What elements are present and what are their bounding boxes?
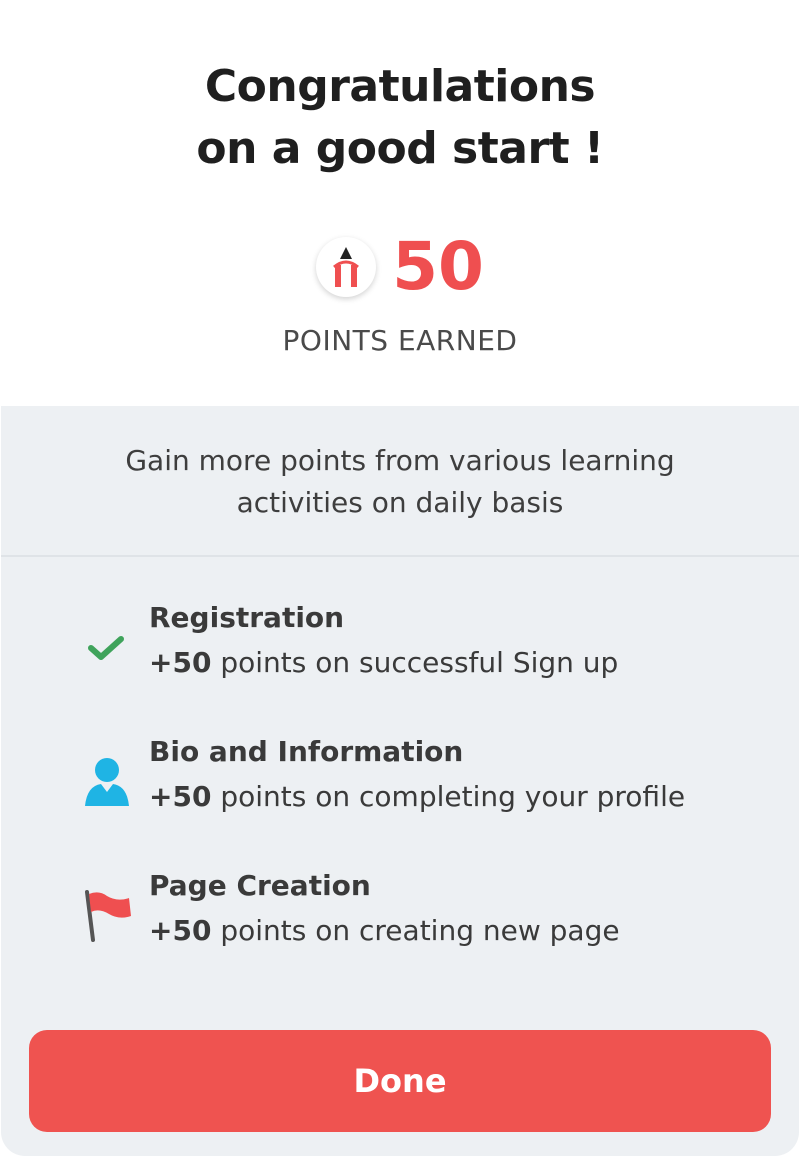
activity-title: Bio and Information: [149, 735, 464, 768]
check-icon: [79, 598, 135, 698]
done-button[interactable]: Done: [29, 1030, 771, 1132]
pencil-icon: [316, 237, 377, 297]
summary-section: Congratulations on a good start ! 50 POI…: [1, 0, 799, 406]
divider: [1, 555, 799, 557]
activities-panel: Gain more points from various learning a…: [1, 406, 799, 1156]
activity-desc: +50 points on successful Sign up: [149, 642, 618, 684]
flag-icon: [79, 866, 135, 966]
points-row: 50: [1, 232, 799, 302]
activity-registration: Registration +50 points on successful Si…: [79, 598, 759, 708]
title-line-2: on a good start !: [196, 123, 604, 174]
activity-points: +50: [149, 780, 212, 813]
dialog-title: Congratulations on a good start !: [1, 56, 799, 180]
points-dialog: Congratulations on a good start ! 50 POI…: [1, 0, 799, 1156]
activity-desc: +50 points on completing your profile: [149, 776, 685, 818]
intro-line-1: Gain more points from various learning: [125, 444, 675, 477]
activity-points: +50: [149, 646, 212, 679]
activity-title: Registration: [149, 601, 345, 634]
title-line-1: Congratulations: [204, 61, 596, 112]
user-icon: [79, 732, 135, 832]
activity-points: +50: [149, 914, 212, 947]
activity-desc-text: points on successful Sign up: [211, 646, 619, 679]
intro-text: Gain more points from various learning a…: [1, 440, 799, 524]
activity-desc-text: points on completing your profile: [211, 780, 686, 813]
activity-bio: Bio and Information +50 points on comple…: [79, 732, 759, 842]
activity-title: Page Creation: [149, 869, 371, 902]
activity-page-creation: Page Creation +50 points on creating new…: [79, 866, 759, 976]
points-value: 50: [392, 228, 484, 305]
points-label: POINTS EARNED: [282, 324, 518, 357]
intro-line-2: activities on daily basis: [236, 486, 564, 519]
activity-desc: +50 points on creating new page: [149, 910, 620, 952]
activity-desc-text: points on creating new page: [211, 914, 620, 947]
